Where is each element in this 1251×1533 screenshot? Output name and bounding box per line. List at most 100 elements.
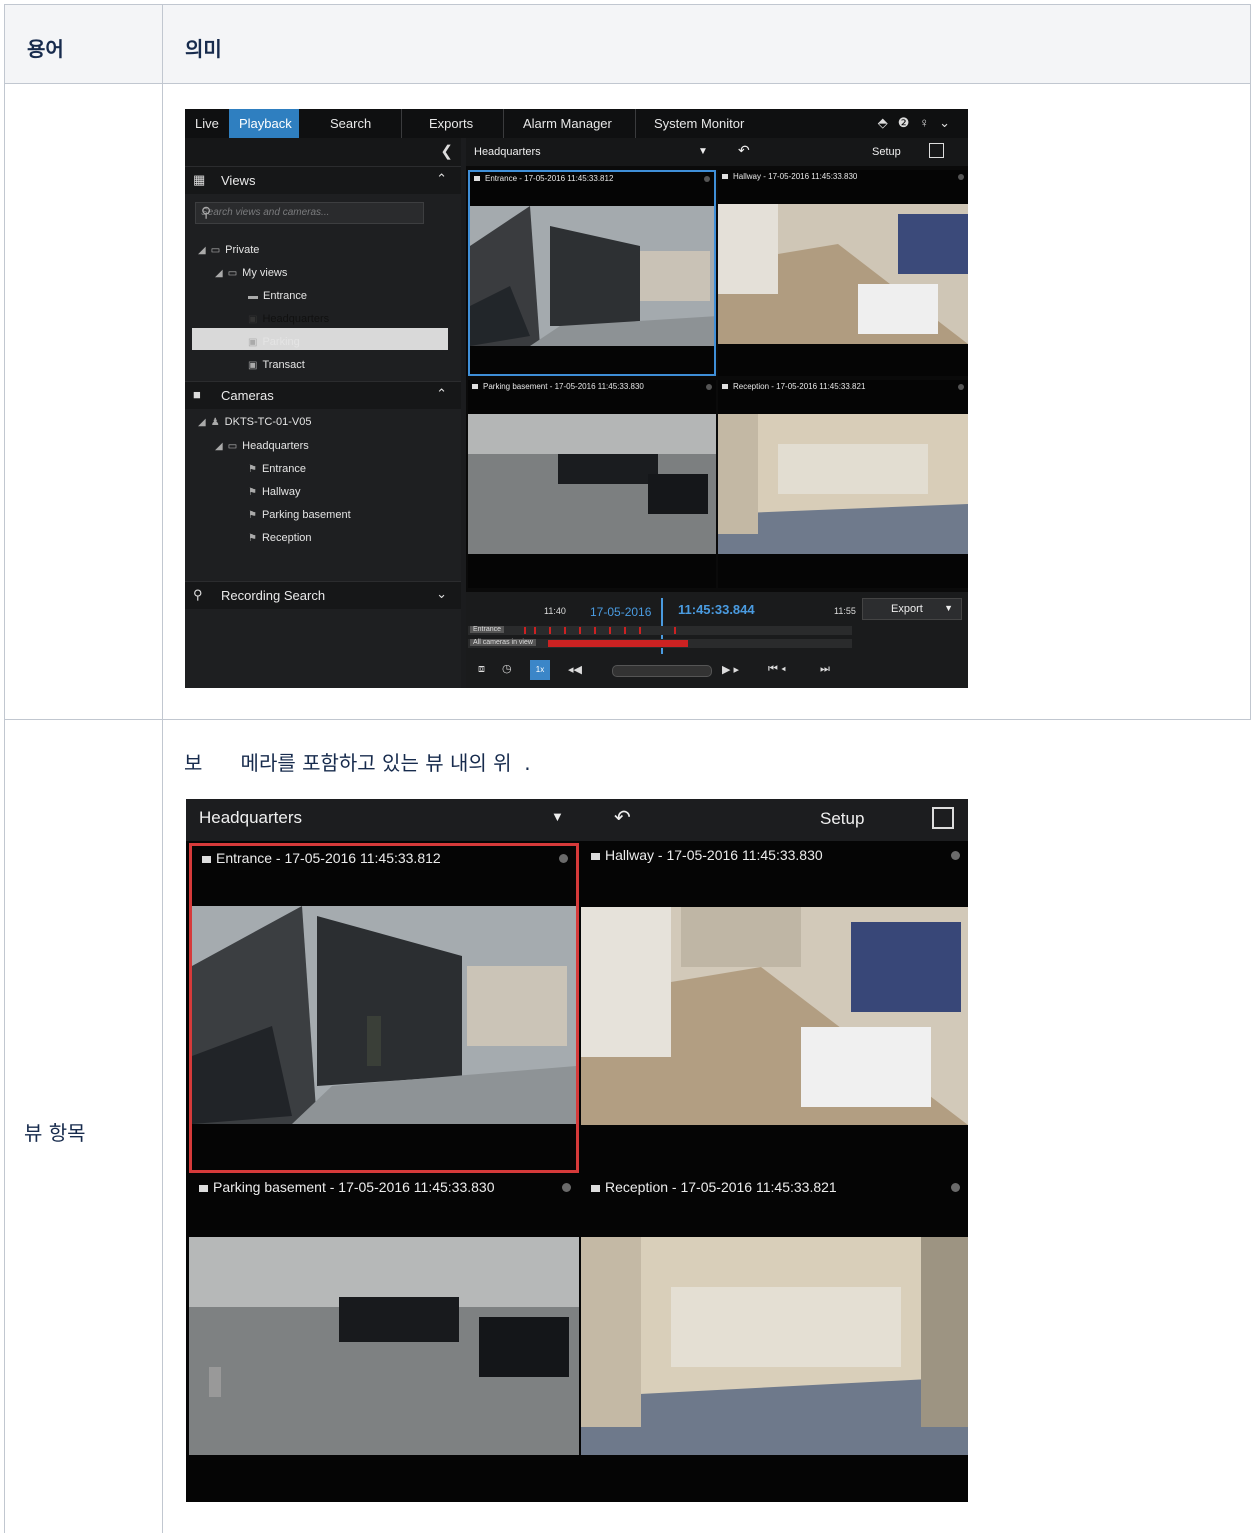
- tree-server[interactable]: ◢ ♟ DKTS-TC-01-V05: [198, 416, 311, 428]
- term-view-item: 뷰 항목: [24, 1121, 86, 1145]
- camera-image: [581, 1237, 968, 1455]
- chevron-down-icon[interactable]: ⌄: [939, 115, 960, 130]
- left-pane: ❮ ▦ Views ⌃ Search views and cameras... …: [185, 138, 461, 688]
- speed-slider[interactable]: [612, 665, 712, 677]
- tree-my-views[interactable]: ◢ ▭ My views: [215, 267, 287, 279]
- frame-icon[interactable]: ⧈: [478, 663, 485, 676]
- status-dot-icon: [951, 851, 960, 860]
- dropdown-arrow-icon[interactable]: ▼: [698, 146, 708, 157]
- status-dot-icon: [562, 1183, 571, 1192]
- view-selector[interactable]: Headquarters: [199, 808, 302, 828]
- camera-item-reception[interactable]: ⚑ Reception: [248, 532, 312, 544]
- camera-item-parking-basement[interactable]: ⚑ Parking basement: [248, 509, 351, 521]
- view-items-screenshot: Headquarters ▼ ↶ Setup Entrance - 17-05-…: [186, 799, 968, 1502]
- view-selector[interactable]: Headquarters: [474, 146, 541, 158]
- view-tile-entrance[interactable]: Entrance - 17-05-2016 11:45:33.812: [189, 843, 579, 1173]
- camera-image: [468, 414, 716, 554]
- view-tile-parking-basement[interactable]: Parking basement - 17-05-2016 11:45:33.8…: [189, 1175, 579, 1502]
- timeline-track-entrance[interactable]: Entrance: [468, 626, 852, 635]
- view-pane: Headquarters ▼ ↶ Setup Entrance - 17-05-…: [466, 138, 968, 688]
- tile-caption: Hallway - 17-05-2016 11:45:33.830: [591, 847, 823, 863]
- camera-item-entrance[interactable]: ⚑ Entrance: [248, 463, 306, 475]
- setup-button[interactable]: Setup: [820, 809, 864, 829]
- tree-headquarters-folder[interactable]: ◢ ▭ Headquarters: [215, 440, 309, 452]
- search-icon[interactable]: ⚲: [201, 204, 419, 221]
- tile-caption: Reception - 17-05-2016 11:45:33.821: [591, 1179, 837, 1195]
- top-tab-bar: Live Playback Search Exports Alarm Manag…: [185, 109, 968, 138]
- timeline-time-left: 11:40: [544, 606, 566, 616]
- export-button[interactable]: Export ▼: [862, 598, 962, 620]
- user-icon[interactable]: ♀: [919, 115, 939, 130]
- play-icon[interactable]: ▶ ▸: [722, 663, 739, 676]
- column-divider: [162, 4, 163, 1533]
- step-back-icon[interactable]: ◂◀: [568, 663, 582, 676]
- status-dot-icon: [704, 176, 710, 182]
- timeline-current-time: 11:45:33.844: [678, 602, 755, 617]
- skip-forward-icon[interactable]: ⏭: [820, 663, 830, 676]
- timeline-track-all-cameras[interactable]: All cameras in view: [468, 639, 852, 648]
- view-toolbar: Headquarters ▼ ↶ Setup: [186, 799, 968, 841]
- views-section-header[interactable]: ▦ Views ⌃: [185, 166, 461, 194]
- view-tile-entrance[interactable]: Entrance - 17-05-2016 11:45:33.812: [468, 170, 716, 376]
- chevron-down-icon[interactable]: ⌄: [436, 586, 447, 602]
- views-label: Views: [221, 173, 256, 188]
- camera-item-hallway[interactable]: ⚑ Hallway: [248, 486, 300, 498]
- playback-controls: ⧈ ◷ 1x ◂◀ ▶ ▸ ⏮ ◂ ⏭: [470, 660, 850, 682]
- collapse-pane-icon[interactable]: ❮: [440, 142, 453, 160]
- search-input[interactable]: Search views and cameras... ⚲: [195, 202, 424, 224]
- view-item-transact[interactable]: ▣ Transact: [248, 359, 305, 371]
- view-tile-hallway[interactable]: Hallway - 17-05-2016 11:45:33.830: [718, 170, 968, 376]
- view-tile-reception[interactable]: Reception - 17-05-2016 11:45:33.821: [718, 380, 968, 588]
- help-icon[interactable]: ❷: [898, 115, 920, 130]
- tab-live[interactable]: Live: [185, 109, 228, 138]
- undo-icon[interactable]: ↶: [614, 805, 631, 830]
- tile-caption: Reception - 17-05-2016 11:45:33.821: [722, 382, 865, 391]
- header-term: 용어: [27, 37, 64, 61]
- skip-back-icon[interactable]: ⏮ ◂: [768, 663, 786, 676]
- grid-icon: ▦: [193, 172, 206, 187]
- tab-system-monitor[interactable]: System Monitor: [635, 109, 767, 138]
- view-tile-hallway[interactable]: Hallway - 17-05-2016 11:45:33.830: [581, 843, 968, 1173]
- camera-icon: ■: [193, 387, 201, 402]
- view-tile-parking-basement[interactable]: Parking basement - 17-05-2016 11:45:33.8…: [468, 380, 716, 588]
- tile-caption: Hallway - 17-05-2016 11:45:33.830: [722, 172, 857, 181]
- maximize-icon[interactable]: [929, 143, 944, 158]
- status-dot-icon: [559, 854, 568, 863]
- recording-span: [548, 640, 688, 647]
- setup-button[interactable]: Setup: [872, 146, 901, 158]
- connection-icon[interactable]: ⬘: [878, 115, 898, 130]
- pane-subbar: ❮: [185, 138, 461, 166]
- dropdown-arrow-icon[interactable]: ▼: [551, 809, 564, 824]
- status-dot-icon: [951, 1183, 960, 1192]
- dropdown-arrow-icon: ▼: [944, 603, 953, 613]
- tab-exports[interactable]: Exports: [401, 109, 501, 138]
- tab-playback[interactable]: Playback: [229, 109, 299, 138]
- camera-image: [581, 907, 968, 1125]
- tile-caption: Entrance - 17-05-2016 11:45:33.812: [202, 850, 441, 866]
- chevron-up-icon[interactable]: ⌃: [436, 171, 447, 187]
- tree-private[interactable]: ◢ ▭ Private: [198, 244, 259, 256]
- maximize-icon[interactable]: [932, 807, 954, 829]
- view-item-headquarters[interactable]: ▣ Headquarters: [248, 313, 329, 325]
- tab-alarm-manager[interactable]: Alarm Manager: [503, 109, 633, 138]
- chevron-up-icon[interactable]: ⌃: [436, 386, 447, 402]
- clock-icon[interactable]: ◷: [502, 662, 512, 675]
- cameras-section-header[interactable]: ■ Cameras ⌃: [185, 381, 461, 409]
- speed-button[interactable]: 1x: [530, 660, 550, 680]
- recording-search-header[interactable]: ⚲ Recording Search ⌄: [185, 581, 461, 609]
- recording-markers: [524, 627, 676, 634]
- status-dot-icon: [958, 384, 964, 390]
- selected-view-highlight: [192, 328, 448, 350]
- term-description: 보 메라를 포함하고 있는 뷰 내의 위 .: [184, 751, 531, 775]
- camera-image: [192, 906, 576, 1124]
- tile-caption: Parking basement - 17-05-2016 11:45:33.8…: [199, 1179, 495, 1195]
- tab-search[interactable]: Search: [320, 109, 400, 138]
- view-toolbar: Headquarters ▼ ↶ Setup: [466, 138, 968, 166]
- toolbar-icons[interactable]: ⬘❷♀⌄: [878, 115, 960, 131]
- undo-icon[interactable]: ↶: [738, 142, 750, 159]
- header-meaning: 의미: [185, 37, 222, 61]
- view-item-parking[interactable]: ▣ Parking: [248, 336, 300, 348]
- camera-image: [470, 206, 714, 346]
- view-tile-reception[interactable]: Reception - 17-05-2016 11:45:33.821: [581, 1175, 968, 1502]
- view-item-entrance[interactable]: ▬ Entrance: [248, 290, 307, 302]
